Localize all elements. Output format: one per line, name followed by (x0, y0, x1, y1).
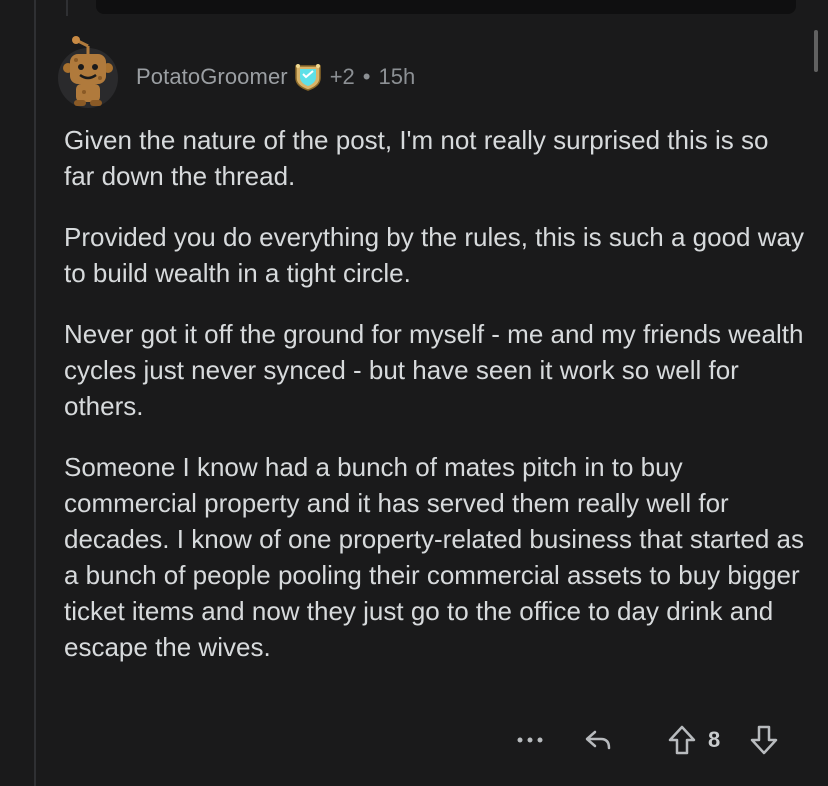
user-avatar[interactable] (56, 34, 120, 110)
timestamp[interactable]: 15h (379, 64, 416, 90)
comment-header: PotatoGroomer +2 • 15h (136, 62, 415, 92)
flair-points: +2 (329, 64, 355, 89)
comment-paragraph: Provided you do everything by the rules,… (64, 222, 804, 288)
thread-line[interactable] (34, 0, 36, 786)
upvote-button[interactable] (664, 718, 700, 762)
downvote-button[interactable] (746, 718, 782, 762)
upvote-arrow-icon (668, 725, 696, 755)
reply-button[interactable] (576, 718, 620, 762)
comment-paragraph: Someone I know had a bunch of mates pitc… (64, 452, 804, 662)
scrollbar-thumb[interactable] (814, 30, 818, 72)
more-dots-icon (517, 737, 543, 743)
vote-count: 8 (708, 727, 721, 752)
comment-actions: 8 (0, 718, 828, 762)
meta-separator: • (362, 64, 371, 89)
snoo-avatar-icon (58, 36, 118, 108)
comment-paragraph: Given the nature of the post, I'm not re… (64, 125, 769, 191)
parent-thread-line (66, 0, 68, 16)
achievement-badge-icon[interactable] (292, 62, 324, 92)
comment-body: Given the nature of the post, I'm not re… (64, 122, 804, 690)
previous-content-block (96, 0, 796, 14)
reply-arrow-icon (585, 730, 611, 750)
downvote-arrow-icon (750, 725, 778, 755)
comment-paragraph: Never got it off the ground for myself -… (64, 319, 804, 421)
more-options-button[interactable] (508, 718, 552, 762)
username-link[interactable]: PotatoGroomer (136, 64, 288, 90)
